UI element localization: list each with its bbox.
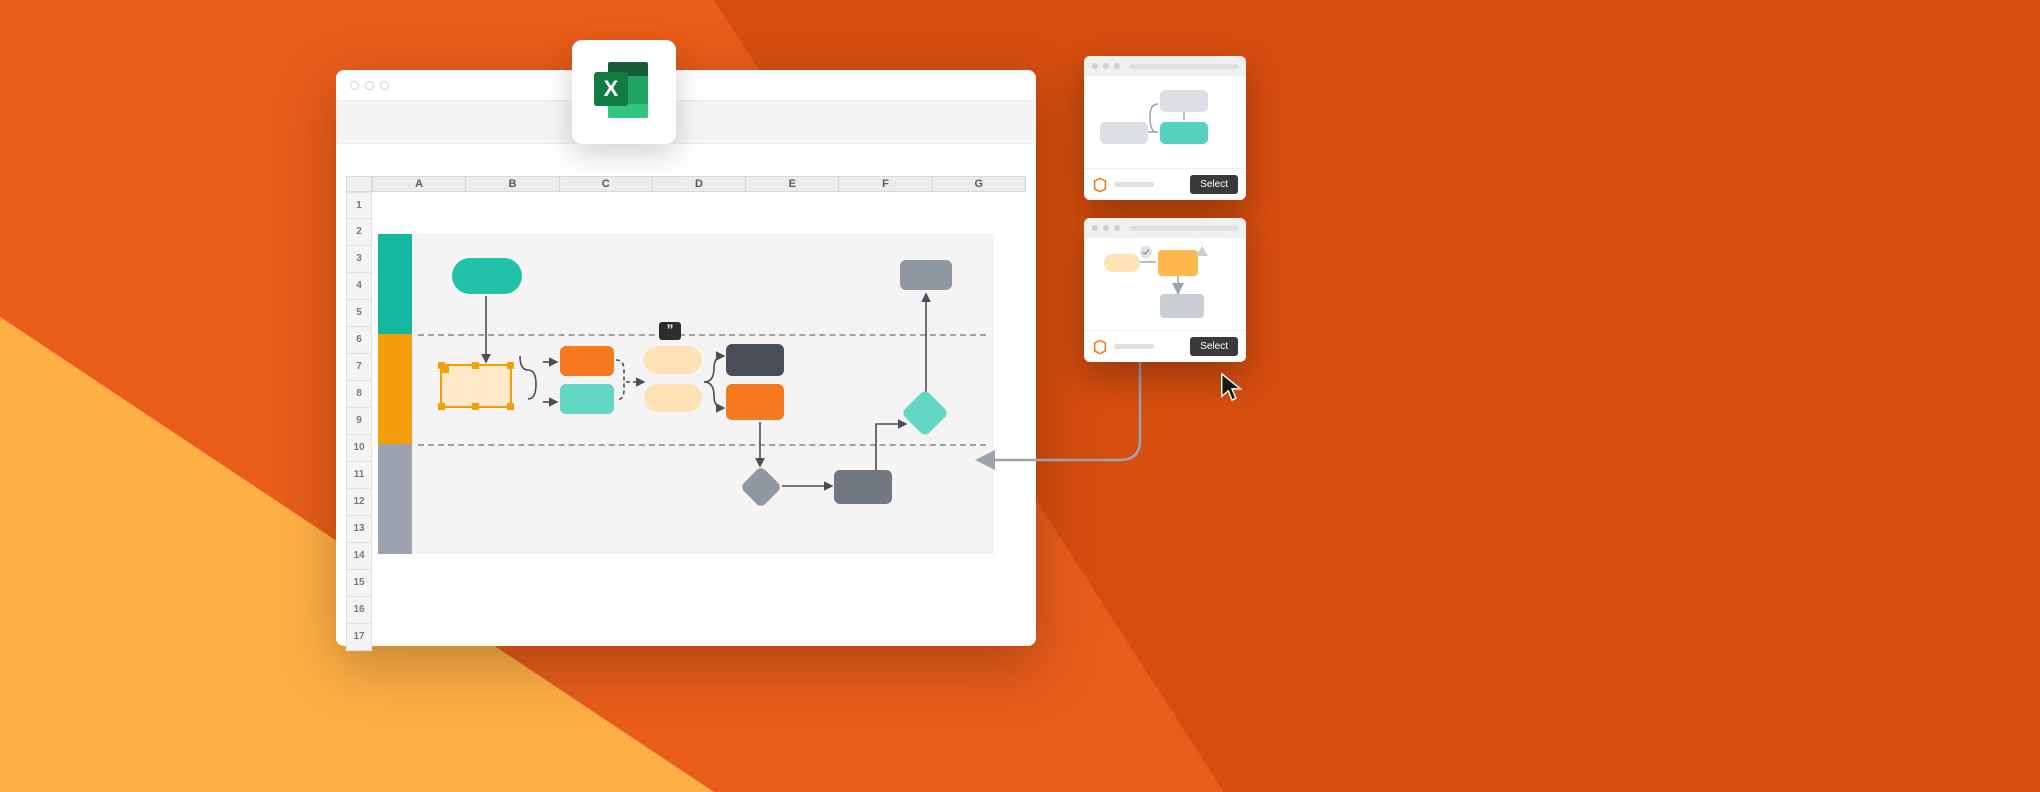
select-button[interactable]: Select — [1190, 337, 1238, 356]
row-header[interactable]: 17 — [346, 624, 372, 651]
process-dark[interactable] — [726, 344, 784, 376]
process-cream-1[interactable] — [644, 346, 702, 374]
process-orange-2[interactable] — [726, 384, 784, 420]
excel-icon: X — [594, 62, 654, 122]
template-name-placeholder — [1114, 182, 1154, 187]
excel-logo-card: X — [572, 40, 676, 144]
row-header[interactable]: 12 — [346, 489, 372, 516]
row-header[interactable]: 1 — [346, 192, 372, 219]
row-header[interactable]: 15 — [346, 570, 372, 597]
lucid-icon — [1092, 339, 1108, 355]
template-card-1[interactable]: Select — [1084, 56, 1246, 200]
column-header[interactable]: E — [746, 176, 839, 192]
process-orange[interactable] — [560, 346, 614, 376]
row-header[interactable]: 6 — [346, 327, 372, 354]
worksheet[interactable]: A B C D E F G 1 2 3 4 5 6 7 8 9 10 11 12… — [336, 176, 1036, 646]
popup-footer: Select — [1084, 168, 1246, 200]
cursor-icon — [1218, 372, 1248, 402]
template-name-placeholder — [1114, 344, 1154, 349]
select-all-corner[interactable] — [346, 176, 372, 192]
window-close-icon[interactable] — [350, 81, 359, 90]
popup-footer: Select — [1084, 330, 1246, 362]
column-header[interactable]: D — [653, 176, 746, 192]
row-header[interactable]: 13 — [346, 516, 372, 543]
row-headers: 1 2 3 4 5 6 7 8 9 10 11 12 13 14 15 16 1… — [346, 192, 372, 646]
comment-icon[interactable]: ” — [659, 322, 681, 340]
lucid-icon — [1092, 177, 1108, 193]
process-mint[interactable] — [560, 384, 614, 414]
cell-grid[interactable]: ” — [372, 192, 1026, 646]
column-headers: A B C D E F G — [372, 176, 1026, 192]
excel-badge-letter: X — [594, 72, 628, 106]
embedded-flowchart[interactable]: ” — [378, 234, 994, 554]
row-header[interactable]: 16 — [346, 597, 372, 624]
row-header[interactable]: 11 — [346, 462, 372, 489]
column-header[interactable]: F — [839, 176, 932, 192]
column-header[interactable]: C — [560, 176, 653, 192]
column-header[interactable]: B — [466, 176, 559, 192]
window-minimize-icon[interactable] — [365, 81, 374, 90]
spreadsheet-window: A B C D E F G 1 2 3 4 5 6 7 8 9 10 11 12… — [336, 70, 1036, 646]
column-header[interactable]: A — [372, 176, 466, 192]
selected-process[interactable] — [440, 364, 512, 408]
row-header[interactable]: 2 — [346, 219, 372, 246]
template-preview — [1084, 76, 1246, 168]
select-button[interactable]: Select — [1190, 175, 1238, 194]
window-titlebar — [336, 70, 1036, 100]
row-header[interactable]: 10 — [346, 435, 372, 462]
row-header[interactable]: 9 — [346, 408, 372, 435]
ribbon-bar — [336, 100, 1036, 144]
row-header[interactable]: 14 — [346, 543, 372, 570]
template-preview — [1084, 238, 1246, 330]
row-header[interactable]: 5 — [346, 300, 372, 327]
row-header[interactable]: 4 — [346, 273, 372, 300]
start-terminator[interactable] — [452, 258, 522, 294]
row-header[interactable]: 7 — [346, 354, 372, 381]
process-cream-2[interactable] — [644, 384, 702, 412]
template-card-2[interactable]: Select — [1084, 218, 1246, 362]
end-process[interactable] — [900, 260, 952, 290]
row-header[interactable]: 8 — [346, 381, 372, 408]
process-gray[interactable] — [834, 470, 892, 504]
popup-titlebar — [1084, 56, 1246, 76]
window-maximize-icon[interactable] — [380, 81, 389, 90]
popup-titlebar — [1084, 218, 1246, 238]
insert-arrow — [960, 350, 1160, 510]
row-header[interactable]: 3 — [346, 246, 372, 273]
column-header[interactable]: G — [933, 176, 1026, 192]
